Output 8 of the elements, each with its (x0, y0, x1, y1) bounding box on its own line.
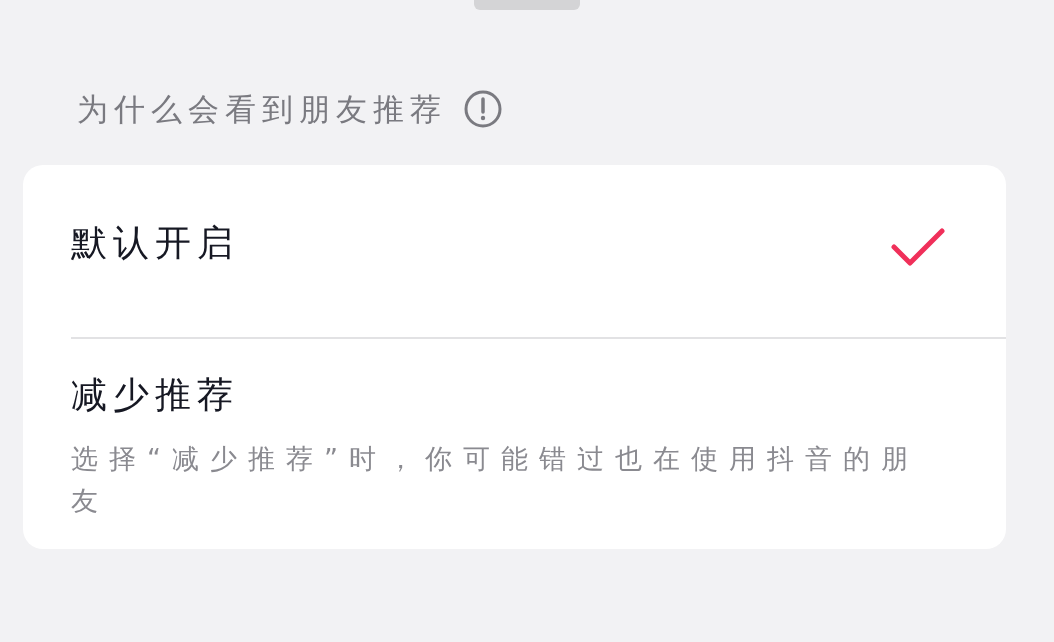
info-icon[interactable] (463, 89, 503, 130)
option-label[interactable]: 减少推荐 (71, 372, 239, 416)
option-row[interactable]: 默认开启 (71, 164, 1006, 339)
option-row[interactable]: 减少推荐 选择“减少推荐”时，你可能错过也在使用抖音的朋友 (23, 338, 1006, 550)
option-label[interactable]: 默认开启 (71, 220, 239, 264)
drag-handle[interactable] (474, 0, 580, 10)
section-title: 为什么会看到朋友推荐 (77, 90, 447, 129)
option-description: 选择“减少推荐”时，你可能错过也在使用抖音的朋友 (71, 441, 920, 518)
